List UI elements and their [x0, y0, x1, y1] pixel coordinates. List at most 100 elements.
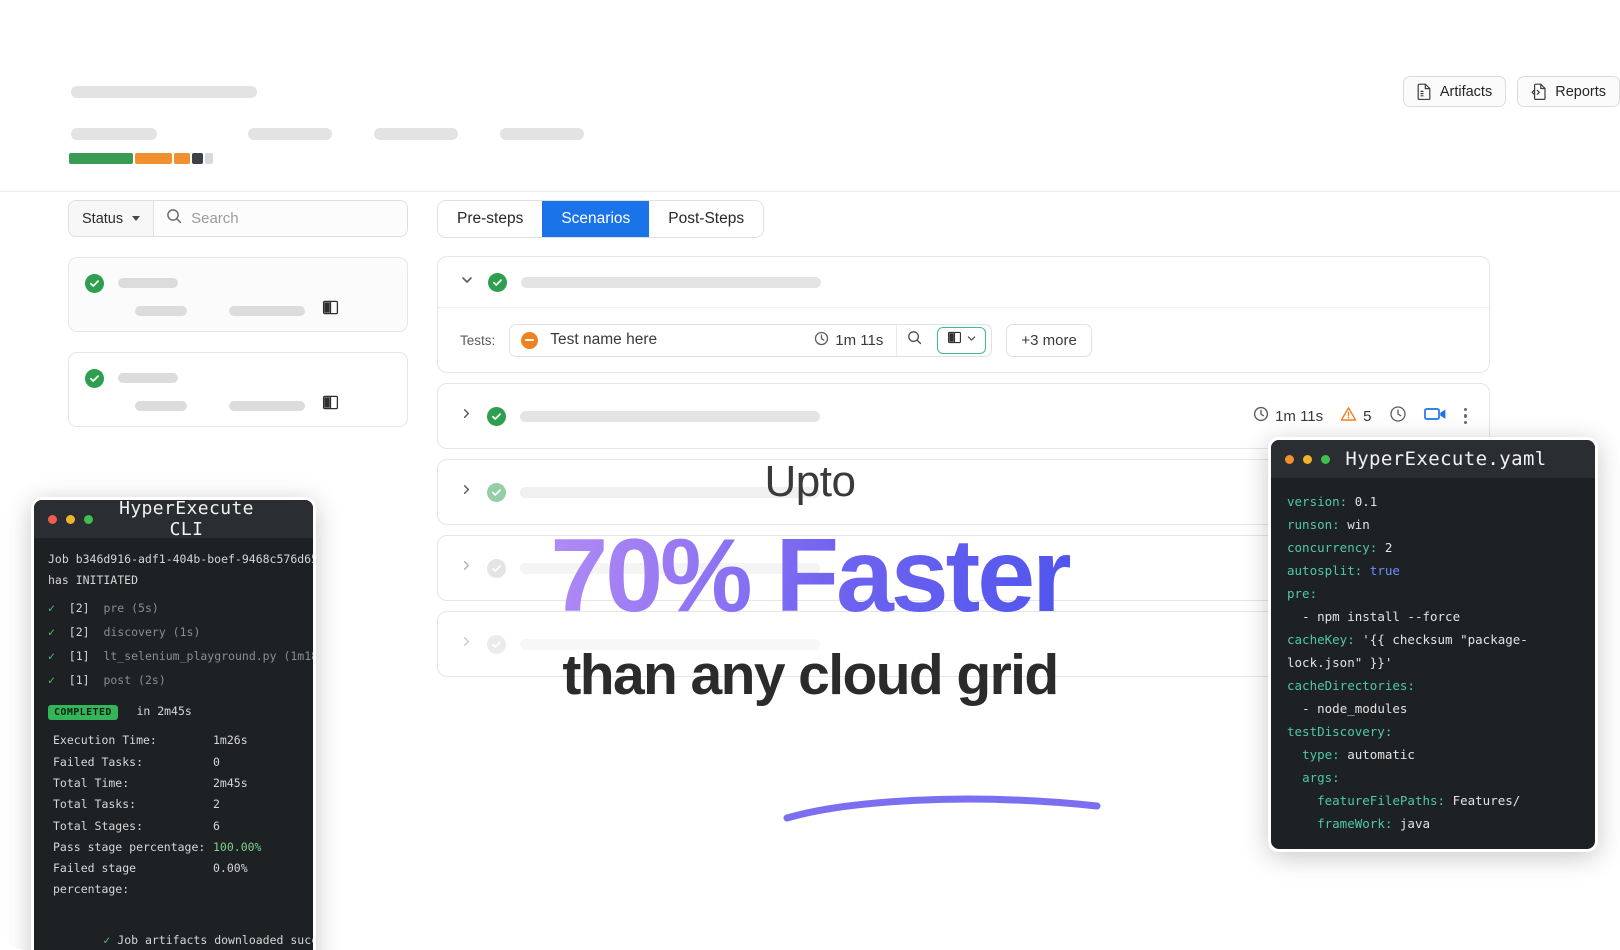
cli-summary-row: Total Tasks: 2 — [53, 794, 299, 815]
cli-status-badge: COMPLETED — [48, 704, 118, 720]
reports-button[interactable]: Reports — [1517, 76, 1620, 107]
yaml-line: cacheDirectories: — [1287, 678, 1415, 693]
cli-job-line-1: Job b346d916-adf1-404b-boef-9468c576d65 — [48, 552, 316, 566]
job-card-title-skeleton — [118, 373, 178, 383]
yaml-line: testDiscovery: — [1287, 724, 1393, 739]
cli-summary-table: Execution Time: 1m26s Failed Tasks: 0 Total … — [48, 730, 299, 900]
job-card-2[interactable] — [68, 352, 408, 427]
yaml-line: type: automatic — [1302, 747, 1415, 762]
cli-footer-ok-label: Job artifacts downloaded successfully — [117, 932, 313, 947]
yaml-line: args: — [1302, 770, 1340, 785]
hero-underline-stroke — [783, 795, 1101, 822]
scenario-header-row[interactable] — [438, 257, 1489, 308]
video-camera-icon[interactable] — [1423, 406, 1447, 426]
check-circle-icon — [487, 406, 506, 426]
job-card-1[interactable] — [68, 257, 408, 332]
scenario-row-actions: 1m 11s 5 — [1253, 405, 1467, 427]
search-field-wrap[interactable] — [154, 201, 407, 236]
artifacts-button[interactable]: Artifacts — [1402, 76, 1507, 107]
artifacts-file-icon — [1417, 83, 1432, 100]
window-close-dot[interactable] — [48, 514, 57, 524]
progress-segment-1 — [69, 153, 133, 164]
test-pill: Test name here 1m 11s — [509, 323, 993, 357]
cli-summary-value: 0.00% — [213, 861, 248, 876]
window-minimize-dot[interactable] — [66, 514, 75, 524]
cli-summary-key: Total Tasks: — [53, 797, 137, 812]
test-search-button[interactable] — [896, 324, 932, 356]
yaml-line: autosplit: true — [1287, 563, 1400, 578]
header-meta-skeleton-2 — [248, 128, 332, 140]
scenario-name-skeleton — [520, 486, 820, 498]
status-filter-dropdown[interactable]: Status — [69, 201, 155, 236]
book-open-icon[interactable] — [322, 299, 339, 321]
job-card-meta-skeleton-2 — [229, 401, 305, 411]
cli-summary-key: Total Stages: — [53, 818, 144, 833]
window-close-dot[interactable] — [1285, 454, 1294, 464]
yaml-line: runson: win — [1287, 517, 1370, 532]
yaml-title: HyperExecute.yaml — [1345, 448, 1547, 470]
tab-pre-steps[interactable]: Pre-steps — [438, 201, 543, 237]
cli-summary-value: 1m26s — [213, 733, 248, 748]
test-name-label: Test name here — [550, 331, 658, 348]
test-duration: 1m 11s — [801, 331, 896, 350]
progress-segment-5 — [205, 153, 213, 164]
window-maximize-dot[interactable] — [1321, 454, 1330, 464]
job-progress-bar — [69, 153, 213, 164]
cli-summary-key: Total Time: — [53, 775, 130, 790]
cli-title: HyperExecute CLI — [119, 498, 254, 540]
cli-summary-value: 100.00% — [213, 839, 262, 854]
yaml-line: version: 0.1 — [1287, 494, 1378, 509]
scenario-duration-label: 1m 11s — [1275, 407, 1324, 425]
yaml-line: concurrency: 2 — [1287, 540, 1393, 555]
clock-icon — [1253, 406, 1269, 426]
step-tabs: Pre-steps Scenarios Post-Steps — [437, 200, 765, 238]
progress-segment-3 — [174, 153, 190, 164]
check-circle-icon — [85, 274, 104, 293]
check-circle-icon-muted — [487, 558, 506, 578]
cli-summary-row: Failed stage percentage: 0.00% — [53, 858, 299, 901]
yaml-line: - npm install --force — [1302, 609, 1461, 624]
chevron-right-icon[interactable] — [460, 559, 473, 577]
cli-footer-ok: ✓ Job artifacts downloaded successfully — [48, 909, 313, 950]
kebab-menu-icon[interactable] — [1463, 407, 1467, 425]
left-sidebar: Status — [68, 200, 408, 427]
history-clock-icon[interactable] — [1389, 405, 1407, 427]
progress-segment-4 — [192, 153, 203, 164]
header-meta-skeleton-3 — [374, 128, 458, 140]
chevron-down-icon — [132, 216, 141, 221]
tests-row: Tests: Test name here 1m 11s +3 more — [438, 308, 1489, 372]
check-circle-icon — [487, 482, 506, 502]
search-input[interactable] — [191, 210, 395, 227]
chevron-down-icon[interactable] — [460, 273, 474, 292]
cli-summary-key: Failed stage percentage: — [53, 861, 137, 897]
cli-summary-key: Pass stage percentage: — [53, 839, 206, 854]
header-meta-skeleton-4 — [500, 128, 584, 140]
scenario-duration: 1m 11s — [1253, 406, 1323, 426]
cli-stage-list: ✓ [2] pre (5s) ✓ [2] discovery (1s) ✓ [1] … — [48, 598, 313, 691]
tab-scenarios[interactable]: Scenarios — [542, 201, 650, 237]
search-icon — [907, 330, 922, 350]
tab-post-steps[interactable]: Post-Steps — [649, 201, 764, 237]
yaml-line: cacheKey: '{{ checksum "package- — [1287, 632, 1528, 647]
more-tests-button[interactable]: +3 more — [1006, 323, 1092, 357]
window-maximize-dot[interactable] — [84, 514, 93, 524]
test-logs-dropdown-button[interactable] — [937, 326, 987, 354]
cli-summary-value: 6 — [213, 818, 220, 833]
chevron-right-icon[interactable] — [460, 483, 473, 501]
job-card-meta-skeleton-2 — [229, 306, 305, 316]
job-card-meta-skeleton-1 — [135, 306, 187, 316]
scenario-warning-count: 5 — [1363, 407, 1372, 425]
chevron-right-icon[interactable] — [460, 407, 473, 425]
book-open-icon[interactable] — [322, 394, 339, 416]
app-screenshot: Artifacts Reports Status Search Pre-step… — [0, 0, 1620, 950]
cli-stage-row: ✓ [2] pre (5s) — [48, 600, 159, 615]
test-name-cell[interactable]: Test name here — [510, 331, 801, 349]
cli-summary-value: 2 — [213, 797, 220, 812]
book-open-icon — [947, 330, 962, 350]
check-circle-icon — [488, 272, 507, 292]
header-actions: Artifacts Reports — [1402, 76, 1620, 107]
status-filter-label: Status — [82, 210, 124, 227]
window-minimize-dot[interactable] — [1303, 454, 1312, 464]
chevron-right-icon[interactable] — [460, 635, 473, 653]
yaml-line: featureFilePaths: Features/ — [1317, 793, 1521, 808]
